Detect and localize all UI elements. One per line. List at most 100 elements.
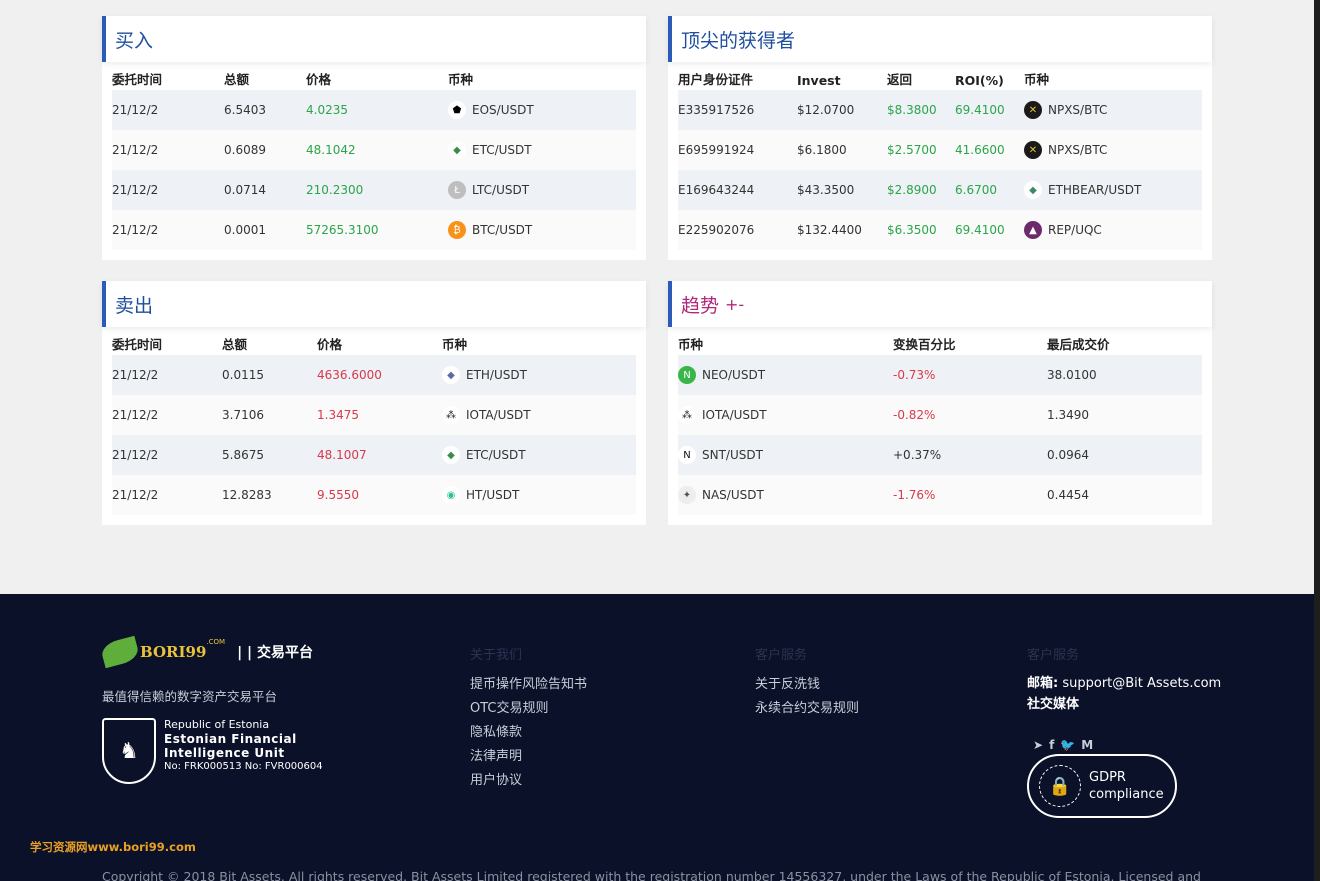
coin-pair-label: EOS/USDT bbox=[472, 103, 534, 117]
coin-pair[interactable]: ✦ NAS/USDT bbox=[678, 486, 893, 504]
estonia-line4: No: FRK000513 No: FVR000604 bbox=[164, 761, 323, 772]
about-title: 关于我们 bbox=[470, 648, 523, 663]
table-row[interactable]: ✦ NAS/USDT -1.76% 0.4454 bbox=[678, 475, 1202, 515]
coin-pair[interactable]: ⬟ EOS/USDT bbox=[448, 101, 628, 119]
email-link[interactable]: support@Bit Assets.com bbox=[1062, 676, 1221, 691]
table-row[interactable]: 21/12/2 12.8283 9.5550 ◉ HT/USDT bbox=[112, 475, 636, 515]
twitter-icon[interactable]: 🐦 bbox=[1060, 738, 1075, 752]
coin-pair[interactable]: ⁂ IOTA/USDT bbox=[442, 406, 622, 424]
eos-icon: ⬟ bbox=[448, 101, 466, 119]
table-row[interactable]: 21/12/2 0.6089 48.1042 ◆ ETC/USDT bbox=[112, 130, 636, 170]
table-row[interactable]: ⁂ IOTA/USDT -0.82% 1.3490 bbox=[678, 395, 1202, 435]
order-time: 21/12/2 bbox=[112, 488, 159, 502]
order-time: 21/12/2 bbox=[112, 143, 159, 157]
return-amount: $8.3800 bbox=[887, 103, 937, 117]
brand-name: BORI99 bbox=[140, 643, 207, 661]
footer-link[interactable]: 法律声明 bbox=[470, 745, 587, 769]
table-row[interactable]: 21/12/2 6.5403 4.0235 ⬟ EOS/USDT bbox=[112, 90, 636, 130]
iota-icon: ⁂ bbox=[442, 406, 460, 424]
table-row[interactable]: E335917526 $12.0700 $8.3800 69.4100 ✕ NPXS/BT… bbox=[678, 90, 1202, 130]
order-amount: 3.7106 bbox=[222, 408, 264, 422]
order-time: 21/12/2 bbox=[112, 408, 159, 422]
trend-panel: 趋势 +- 币种 变换百分比 最后成交价 N NEO/USDT -0.73% 38.0… bbox=[668, 281, 1212, 525]
order-price: 57265.3100 bbox=[306, 223, 379, 237]
change-percent: -0.82% bbox=[893, 408, 936, 422]
footer-link[interactable]: OTC交易规则 bbox=[470, 697, 587, 721]
coin-pair[interactable]: N NEO/USDT bbox=[678, 366, 893, 384]
social-icons: ➤ f 🐦 M bbox=[1033, 738, 1093, 752]
buy-panel: 买入 委托时间 总额 价格 币种 21/12/2 6.5403 4.0235 ⬟ EOS… bbox=[102, 16, 646, 260]
npxs-icon: ✕ bbox=[1024, 141, 1042, 159]
lock-icon: 🔒 bbox=[1039, 765, 1081, 807]
top-table-header: 用户身份证件 Invest 返回 ROI(%) 币种 bbox=[678, 62, 1202, 90]
coin-pair-label: ETC/USDT bbox=[466, 448, 526, 462]
buy-panel-title: 买入 bbox=[102, 16, 646, 62]
col-last-price: 最后成交价 bbox=[1047, 337, 1110, 352]
footer-logo[interactable]: BORI99 .COM | | 交易平台 bbox=[99, 635, 314, 669]
table-row[interactable]: N SNT/USDT +0.37% 0.0964 bbox=[678, 435, 1202, 475]
service-links: 关于反洗钱 永续合约交易规则 bbox=[755, 673, 859, 721]
gdpr-compliance-text: compliance bbox=[1089, 787, 1164, 802]
sell-panel-title: 卖出 bbox=[102, 281, 646, 327]
facebook-icon[interactable]: f bbox=[1049, 738, 1054, 752]
order-amount: 0.0714 bbox=[224, 183, 266, 197]
coin-pair[interactable]: ✕ NPXS/BTC bbox=[1024, 101, 1194, 119]
footer-link[interactable]: 隐私條款 bbox=[470, 721, 587, 745]
medium-icon[interactable]: M bbox=[1081, 738, 1093, 752]
table-row[interactable]: 21/12/2 0.0714 210.2300 Ł LTC/USDT bbox=[112, 170, 636, 210]
top-earners-title: 顶尖的获得者 bbox=[668, 16, 1212, 62]
table-row[interactable]: 21/12/2 0.0001 57265.3100 ₿ BTC/USDT bbox=[112, 210, 636, 250]
coin-pair[interactable]: ✕ NPXS/BTC bbox=[1024, 141, 1194, 159]
order-time: 21/12/2 bbox=[112, 223, 159, 237]
estonia-fiu-badge: ♞ Republic of Estonia Estonian Financial… bbox=[102, 718, 323, 784]
footer-link[interactable]: 关于反洗钱 bbox=[755, 673, 859, 697]
col-user-id: 用户身份证件 bbox=[678, 72, 754, 87]
coin-pair-label: REP/UQC bbox=[1048, 223, 1102, 237]
last-price: 38.0100 bbox=[1047, 368, 1097, 382]
col-change: 变换百分比 bbox=[893, 337, 956, 352]
footer-link[interactable]: 提币操作风险告知书 bbox=[470, 673, 587, 697]
trend-panel-title: 趋势 +- bbox=[668, 281, 1212, 327]
invest-amount: $6.1800 bbox=[797, 143, 847, 157]
coin-pair[interactable]: ◆ ETC/USDT bbox=[442, 446, 622, 464]
coin-pair[interactable]: N SNT/USDT bbox=[678, 446, 893, 464]
ht-icon: ◉ bbox=[442, 486, 460, 504]
footer-link[interactable]: 用户协议 bbox=[470, 769, 587, 793]
table-row[interactable]: E169643244 $43.3500 $2.8900 6.6700 ◆ ETHBEAR/… bbox=[678, 170, 1202, 210]
coin-pair[interactable]: ◉ HT/USDT bbox=[442, 486, 622, 504]
col-amount: 总额 bbox=[222, 337, 248, 352]
about-links: 提币操作风险告知书 OTC交易规则 隐私條款 法律声明 用户协议 bbox=[470, 673, 587, 793]
last-price: 0.4454 bbox=[1047, 488, 1089, 502]
table-row[interactable]: 21/12/2 5.8675 48.1007 ◆ ETC/USDT bbox=[112, 435, 636, 475]
iota-icon: ⁂ bbox=[678, 406, 696, 424]
return-amount: $6.3500 bbox=[887, 223, 937, 237]
telegram-icon[interactable]: ➤ bbox=[1033, 738, 1043, 752]
order-amount: 5.8675 bbox=[222, 448, 264, 462]
user-id: E695991924 bbox=[678, 143, 755, 157]
table-row[interactable]: 21/12/2 3.7106 1.3475 ⁂ IOTA/USDT bbox=[112, 395, 636, 435]
table-row[interactable]: E695991924 $6.1800 $2.5700 41.6600 ✕ NPXS/BTC bbox=[678, 130, 1202, 170]
eth-icon: ◆ bbox=[442, 366, 460, 384]
coin-pair-label: LTC/USDT bbox=[472, 183, 530, 197]
table-row[interactable]: 21/12/2 0.0115 4636.6000 ◆ ETH/USDT bbox=[112, 355, 636, 395]
platform-label: | | 交易平台 bbox=[237, 645, 314, 661]
user-id: E335917526 bbox=[678, 103, 755, 117]
coin-pair[interactable]: ◆ ETC/USDT bbox=[448, 141, 628, 159]
change-percent: -1.76% bbox=[893, 488, 936, 502]
footer-link[interactable]: 永续合约交易规则 bbox=[755, 697, 859, 721]
footer: BORI99 .COM | | 交易平台 最值得信赖的数字资产交易平台 ♞ Re… bbox=[0, 594, 1314, 881]
coin-pair[interactable]: Ł LTC/USDT bbox=[448, 181, 628, 199]
trend-table-header: 币种 变换百分比 最后成交价 bbox=[678, 327, 1202, 355]
coin-pair[interactable]: ◆ ETH/USDT bbox=[442, 366, 622, 384]
order-price: 4.0235 bbox=[306, 103, 348, 117]
sell-panel: 卖出 委托时间 总额 价格 币种 21/12/2 0.0115 4636.6000 ◆… bbox=[102, 281, 646, 525]
order-amount: 0.0001 bbox=[224, 223, 266, 237]
coin-pair[interactable]: ₿ BTC/USDT bbox=[448, 221, 628, 239]
coin-pair[interactable]: ▲ REP/UQC bbox=[1024, 221, 1194, 239]
scrollbar[interactable] bbox=[1314, 0, 1320, 881]
table-row[interactable]: N NEO/USDT -0.73% 38.0100 bbox=[678, 355, 1202, 395]
table-row[interactable]: E225902076 $132.4400 $6.3500 69.4100 ▲ REP/UQ… bbox=[678, 210, 1202, 250]
coin-pair[interactable]: ⁂ IOTA/USDT bbox=[678, 406, 893, 424]
buy-table-header: 委托时间 总额 价格 币种 bbox=[112, 62, 636, 90]
coin-pair[interactable]: ◆ ETHBEAR/USDT bbox=[1024, 181, 1194, 199]
